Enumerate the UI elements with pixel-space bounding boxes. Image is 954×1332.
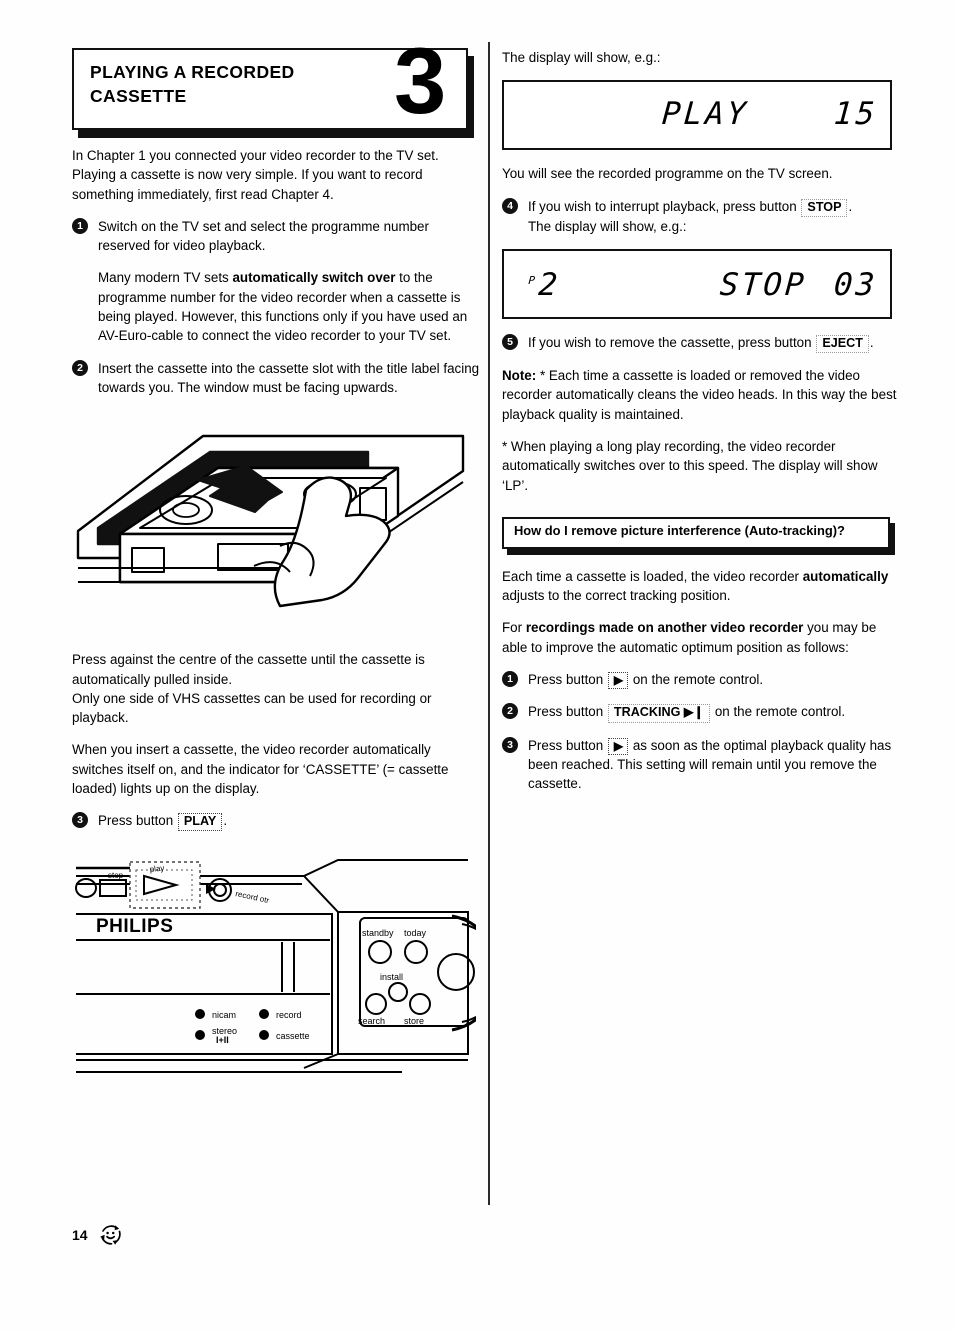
record-indicator-icon <box>259 1009 269 1020</box>
svg-text:cassette: cassette <box>276 1031 310 1041</box>
lcd-play-counter: 15 <box>832 96 879 133</box>
tracking-step-2: 2 Press button TRACKING ▶❙ on the remote… <box>502 702 902 723</box>
step-2-number: 2 <box>72 359 88 376</box>
question-banner: How do I remove picture interference (Au… <box>502 516 895 555</box>
tracking-step-3-number: 3 <box>502 736 518 753</box>
note-paragraph-a: Note: * Each time a cassette is loaded o… <box>502 366 902 424</box>
step-4-line2: The display will show, e.g.: <box>528 218 687 234</box>
tracking-step-1-post: on the remote control. <box>629 672 764 688</box>
tracking-step-2-number: 2 <box>502 703 518 720</box>
step-4-post: . <box>848 198 853 214</box>
tracking-intro-b: adjusts to the correct tracking position… <box>502 588 731 604</box>
step-5-post: . <box>869 335 874 350</box>
brand-logo: PHILIPS <box>96 916 173 937</box>
store-button-label: store <box>404 1016 424 1026</box>
lcd-stop-word: STOP <box>718 267 808 303</box>
step-3: 3 Press button PLAY. <box>72 811 480 832</box>
step-1-note-a: Many modern TV sets <box>98 270 233 286</box>
nicam-indicator-icon <box>195 1009 205 1020</box>
page-title: PLAYING A RECORDED CASSETTE <box>90 62 295 106</box>
step-5-pre: If you wish to remove the cassette, pres… <box>528 335 816 350</box>
intro-paragraph: In Chapter 1 you connected your video re… <box>72 148 439 202</box>
tracking-step-1-pre: Press button <box>528 672 607 688</box>
cassette-indicator-icon <box>259 1030 269 1041</box>
tracking-step-3-pre: Press button <box>528 737 607 753</box>
after-play-paragraph: You will see the recorded programme on t… <box>502 166 833 182</box>
step-4: 4 If you wish to interrupt playback, pre… <box>502 197 902 236</box>
step-3-post: . <box>223 813 228 829</box>
play-glyph-keycap[interactable]: ▶ <box>607 672 629 690</box>
tracking-step-3: 3 Press button ▶ as soon as the optimal … <box>502 736 902 794</box>
manual-page: PLAYING A RECORDED CASSETTE 3 In Chapter… <box>0 0 954 1332</box>
note-text-a: * Each time a cassette is loaded or remo… <box>502 368 897 422</box>
tracking-step-2-pre: Press button <box>528 704 607 720</box>
tracking-intro-bold: automatically <box>802 568 889 584</box>
stop-button-label: stop <box>108 871 124 880</box>
tracking-paragraph: For recordings made on another video rec… <box>502 618 902 657</box>
step-3-number: 3 <box>72 812 88 829</box>
page-footer: 14 <box>72 1222 124 1248</box>
svg-text:nicam: nicam <box>212 1010 236 1020</box>
question-banner-text: How do I remove picture interference (Au… <box>514 522 845 538</box>
lcd-stop-programme-label: P <box>527 273 536 287</box>
note-label: Note: <box>502 368 537 384</box>
right-column: The display will show, e.g.: PLAY 15 You… <box>502 48 902 807</box>
chapter-number: 3 <box>394 28 446 133</box>
tracking-step-2-post: on the remote control. <box>711 704 846 720</box>
lcd-stop-counter: 03 <box>832 267 879 303</box>
record-otr-label: record otr <box>235 890 271 906</box>
standby-button-label: standby <box>362 928 394 938</box>
press-centre-paragraph: Press against the centre of the cassette… <box>72 652 432 726</box>
play-button-keycap[interactable]: PLAY <box>177 813 223 832</box>
install-button-label: install <box>380 972 403 982</box>
today-button-label: today <box>404 928 427 938</box>
lcd-display-stop: P2 STOP 03 <box>502 249 892 319</box>
search-button-label: search <box>358 1016 385 1026</box>
lcd-stop-programme-value: 2 <box>537 267 562 303</box>
lcd-display-play: PLAY 15 <box>502 80 892 151</box>
tracking-step-1-number: 1 <box>502 671 518 688</box>
lcd-stop-programme: P2 <box>527 267 562 303</box>
stereo-indicator-icon <box>195 1030 205 1041</box>
step-1-number: 1 <box>72 217 88 234</box>
tracking-para-a: For <box>502 620 526 636</box>
svg-text:record: record <box>276 1010 302 1020</box>
tracking-intro: Each time a cassette is loaded, the vide… <box>502 567 902 606</box>
step-4-number: 4 <box>502 197 518 214</box>
step-1: 1 Switch on the TV set and select the pr… <box>72 217 480 256</box>
step-4-pre: If you wish to interrupt playback, press… <box>528 198 801 214</box>
chapter-header: PLAYING A RECORDED CASSETTE 3 <box>72 34 474 138</box>
page-number: 14 <box>72 1227 88 1243</box>
tracking-intro-a: Each time a cassette is loaded, the vide… <box>502 568 803 584</box>
tracking-para-bold: recordings made on another video recorde… <box>525 620 804 636</box>
stop-button-keycap[interactable]: STOP <box>801 198 848 217</box>
cassette-insertion-illustration <box>76 435 465 608</box>
step-2-text: Insert the cassette into the cassette sl… <box>98 360 480 395</box>
recycle-smiley-icon <box>99 1225 121 1245</box>
tracking-button-keycap[interactable]: TRACKING ▶❙ <box>607 704 711 723</box>
tracking-step-1: 1 Press button ▶ on the remote control. <box>502 670 902 690</box>
display-intro: The display will show, e.g.: <box>502 50 661 65</box>
play-glyph-keycap-2[interactable]: ▶ <box>607 737 629 755</box>
insert-cassette-paragraph: When you insert a cassette, the video re… <box>72 742 449 797</box>
indicator-group: nicam record stereo I+II cassette <box>195 1009 310 1045</box>
step-1-note: Many modern TV sets automatically switch… <box>72 268 480 345</box>
note-paragraph-b: * When playing a long play recording, th… <box>502 439 878 493</box>
step-2: 2 Insert the cassette into the cassette … <box>72 359 480 398</box>
play-button-label: play <box>149 864 165 874</box>
eject-button-keycap[interactable]: EJECT <box>816 335 869 354</box>
play-button-highlight[interactable] <box>129 861 201 910</box>
step-5-number: 5 <box>502 334 518 350</box>
vcr-front-panel-illustration: play stop record otr PHILIPS nicam recor… <box>75 859 504 1074</box>
lcd-play-word: PLAY <box>660 96 750 133</box>
step-5: 5 If you wish to remove the cassette, pr… <box>502 333 902 354</box>
left-column: PLAYING A RECORDED CASSETTE 3 In Chapter… <box>72 34 504 1099</box>
step-1-note-bold: automatically switch over <box>232 270 396 286</box>
svg-text:I+II: I+II <box>216 1035 229 1045</box>
step-1-text: Switch on the TV set and select the prog… <box>98 218 429 254</box>
column-divider <box>488 42 490 1205</box>
step-3-pre: Press button <box>98 813 177 829</box>
